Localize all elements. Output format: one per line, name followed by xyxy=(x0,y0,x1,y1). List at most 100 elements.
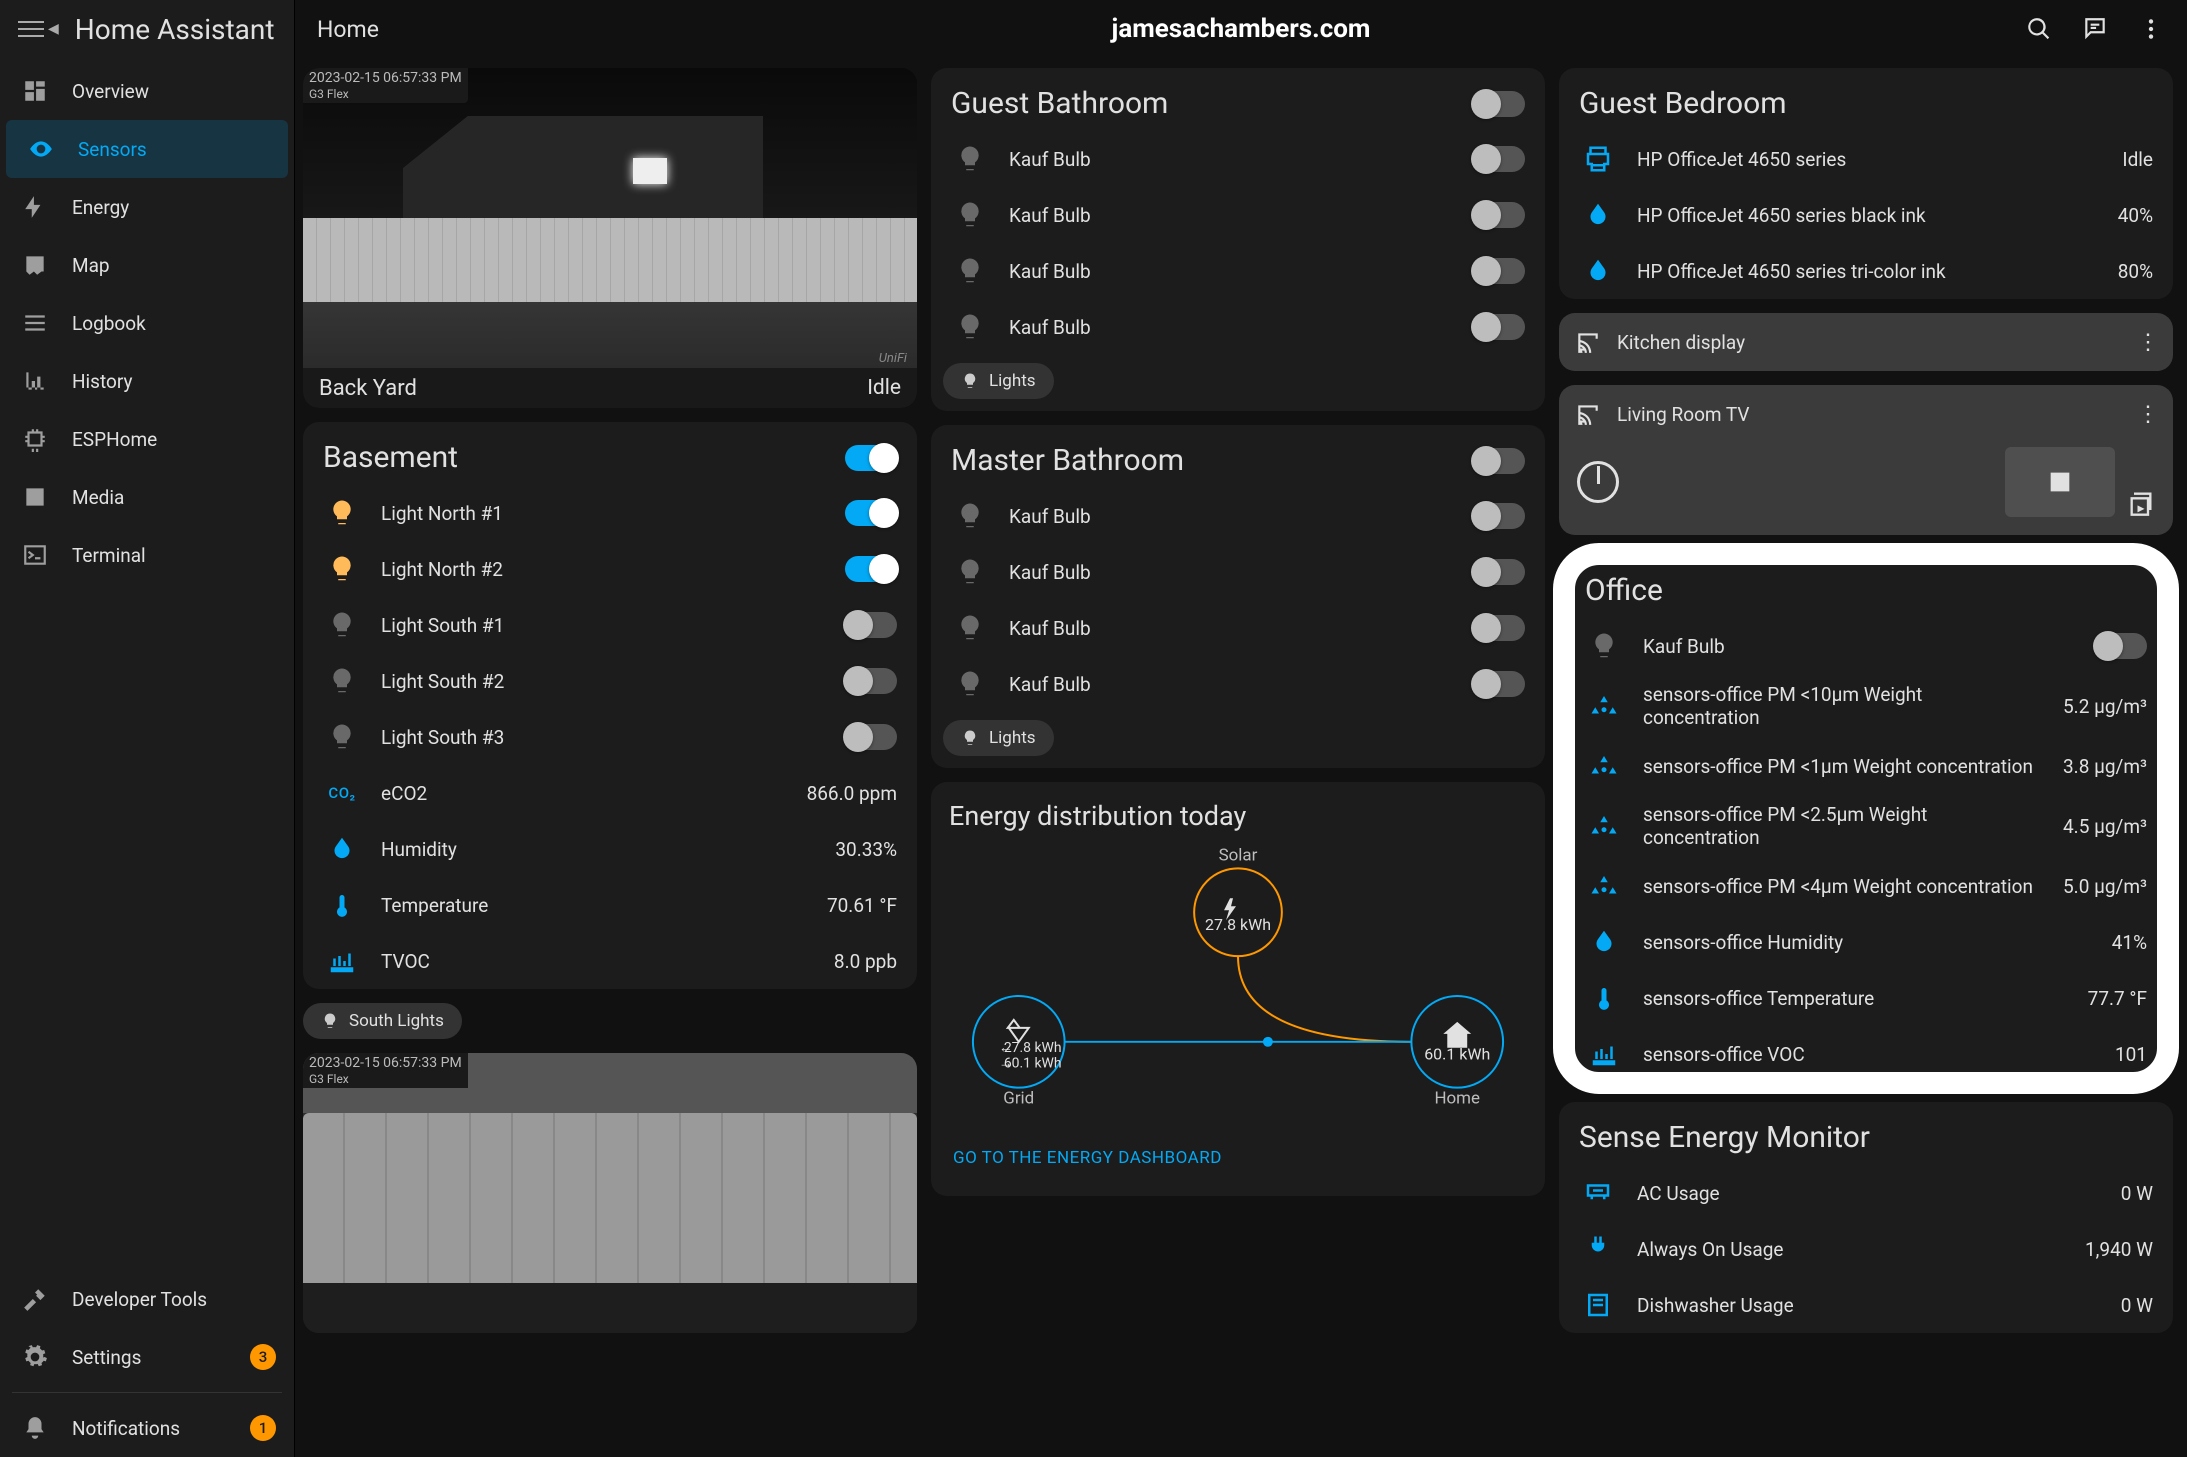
entity-row[interactable]: Light South #1 xyxy=(303,597,917,653)
search-icon[interactable] xyxy=(2025,15,2053,43)
entity-row[interactable]: HP OfficeJet 4650 series black ink40% xyxy=(1559,187,2173,243)
row-toggle[interactable] xyxy=(1473,146,1525,172)
entity-row[interactable]: Dishwasher Usage0 W xyxy=(1559,1277,2173,1333)
pm-icon xyxy=(1585,807,1623,845)
dashboard-icon xyxy=(20,76,50,106)
entity-row[interactable]: sensors-office PM <10µm Weight concentra… xyxy=(1565,674,2167,738)
entity-row[interactable]: HP OfficeJet 4650 seriesIdle xyxy=(1559,131,2173,187)
sidebar-item-esphome[interactable]: ESPHome xyxy=(0,410,294,468)
bulb-icon xyxy=(951,665,989,703)
entity-row[interactable]: sensors-office PM <2.5µm Weight concentr… xyxy=(1565,794,2167,858)
row-toggle[interactable] xyxy=(845,668,897,694)
entity-row[interactable]: HP OfficeJet 4650 series tri-color ink80… xyxy=(1559,243,2173,299)
sidebar-item-energy[interactable]: Energy xyxy=(0,178,294,236)
row-toggle[interactable] xyxy=(1473,202,1525,228)
entity-row[interactable]: sensors-office Temperature77.7 °F xyxy=(1565,970,2167,1026)
south-lights-chip[interactable]: South Lights xyxy=(303,1003,462,1039)
camera-card-2[interactable]: 2023-02-15 06:57:33 PMG3 Flex xyxy=(303,1053,917,1333)
ink-icon xyxy=(1579,196,1617,234)
row-toggle[interactable] xyxy=(1473,503,1525,529)
row-toggle[interactable] xyxy=(845,724,897,750)
entity-row[interactable]: Always On Usage1,940 W xyxy=(1559,1221,2173,1277)
temperature-icon xyxy=(1585,979,1623,1017)
guest-bathroom-master-toggle[interactable] xyxy=(1473,91,1525,117)
entity-row[interactable]: Kauf Bulb xyxy=(931,656,1545,712)
bulb-icon xyxy=(951,497,989,535)
entity-row[interactable]: Kauf Bulb xyxy=(931,187,1545,243)
sidebar-item-media[interactable]: Media xyxy=(0,468,294,526)
svg-text:27.8 kWh: 27.8 kWh xyxy=(1004,1040,1062,1056)
entity-row[interactable]: sensors-office PM <4µm Weight concentrat… xyxy=(1565,858,2167,914)
entity-row[interactable]: Kauf Bulb xyxy=(931,243,1545,299)
printer-icon xyxy=(1579,140,1617,178)
media-more-icon[interactable]: ⋮ xyxy=(2137,330,2159,355)
mb-lights-chip[interactable]: Lights xyxy=(943,720,1054,756)
office-bulb-toggle[interactable] xyxy=(2095,633,2147,659)
row-toggle[interactable] xyxy=(845,556,897,582)
entity-row[interactable]: Kauf Bulb xyxy=(931,488,1545,544)
entity-row[interactable]: AC Usage0 W xyxy=(1559,1165,2173,1221)
sidebar-item-logbook[interactable]: Logbook xyxy=(0,294,294,352)
entity-row[interactable]: Humidity30.33% xyxy=(303,821,917,877)
bulb-icon xyxy=(323,718,361,756)
row-toggle[interactable] xyxy=(1473,258,1525,284)
entity-row[interactable]: Kauf Bulb xyxy=(931,600,1545,656)
sidebar-item-notifications[interactable]: Notifications 1 xyxy=(0,1399,294,1457)
more-icon[interactable] xyxy=(2137,15,2165,43)
entity-row[interactable]: Light South #2 xyxy=(303,653,917,709)
sidebar-item-map[interactable]: Map xyxy=(0,236,294,294)
entity-row[interactable]: sensors-office VOC101 xyxy=(1565,1026,2167,1082)
media-more-icon[interactable]: ⋮ xyxy=(2137,402,2159,427)
sidebar-item-devtools[interactable]: Developer Tools xyxy=(0,1270,294,1328)
dish-icon xyxy=(1579,1286,1617,1324)
breadcrumb[interactable]: Home xyxy=(317,16,379,43)
basement-master-toggle[interactable] xyxy=(845,445,897,471)
media-power-button[interactable] xyxy=(1577,461,1619,503)
row-toggle[interactable] xyxy=(1473,615,1525,641)
entity-row[interactable]: Kauf Bulb xyxy=(931,544,1545,600)
office-bulb-row[interactable]: Kauf Bulb xyxy=(1565,618,2167,674)
sidebar-item-history[interactable]: History xyxy=(0,352,294,410)
entity-row[interactable]: Kauf Bulb xyxy=(931,299,1545,355)
humidity-icon xyxy=(1585,923,1623,961)
tvoc-icon xyxy=(1585,1035,1623,1073)
eye-icon xyxy=(26,134,56,164)
ink-icon xyxy=(1579,252,1617,290)
camera-card-backyard[interactable]: 2023-02-15 06:57:33 PMG3 Flex UniFi Back… xyxy=(303,68,917,408)
row-toggle[interactable] xyxy=(1473,671,1525,697)
energy-dashboard-link[interactable]: GO TO THE ENERGY DASHBOARD xyxy=(949,1136,1226,1186)
chat-icon[interactable] xyxy=(2081,15,2109,43)
entity-row[interactable]: Temperature70.61 °F xyxy=(303,877,917,933)
media-list-icon[interactable] xyxy=(2127,489,2155,517)
gb-lights-chip[interactable]: Lights xyxy=(943,363,1054,399)
entity-row[interactable]: Light North #1 xyxy=(303,485,917,541)
menu-toggle[interactable] xyxy=(18,16,44,42)
entity-row[interactable]: Light North #2 xyxy=(303,541,917,597)
svg-text:60.1 kWh: 60.1 kWh xyxy=(1424,1045,1490,1064)
camera2-timestamp: 2023-02-15 06:57:33 PMG3 Flex xyxy=(303,1053,468,1088)
row-toggle[interactable] xyxy=(845,500,897,526)
page-title: jamesachambers.com xyxy=(1112,14,1371,44)
entity-row[interactable]: CO₂eCO2866.0 ppm xyxy=(303,765,917,821)
camera-name: Back Yard xyxy=(319,376,417,401)
sidebar-item-settings[interactable]: Settings 3 xyxy=(0,1328,294,1386)
cast-icon xyxy=(1573,399,1603,429)
row-toggle[interactable] xyxy=(1473,314,1525,340)
entity-row[interactable]: sensors-office Humidity41% xyxy=(1565,914,2167,970)
play-box-icon xyxy=(20,482,50,512)
hammer-icon xyxy=(20,1284,50,1314)
entity-row[interactable]: sensors-office PM <1µm Weight concentrat… xyxy=(1565,738,2167,794)
entity-row[interactable]: Kauf Bulb xyxy=(931,131,1545,187)
sidebar-item-terminal[interactable]: Terminal xyxy=(0,526,294,584)
media-kitchen-card[interactable]: Kitchen display ⋮ xyxy=(1559,313,2173,371)
entity-row[interactable]: TVOC8.0 ppb xyxy=(303,933,917,989)
media-livingroom-card[interactable]: Living Room TV ⋮ xyxy=(1559,385,2173,535)
row-toggle[interactable] xyxy=(845,612,897,638)
bulb-icon xyxy=(323,550,361,588)
master-bathroom-master-toggle[interactable] xyxy=(1473,448,1525,474)
sidebar-item-sensors[interactable]: Sensors xyxy=(6,120,288,178)
row-toggle[interactable] xyxy=(1473,559,1525,585)
sidebar-item-overview[interactable]: Overview xyxy=(0,62,294,120)
map-icon xyxy=(20,250,50,280)
entity-row[interactable]: Light South #3 xyxy=(303,709,917,765)
